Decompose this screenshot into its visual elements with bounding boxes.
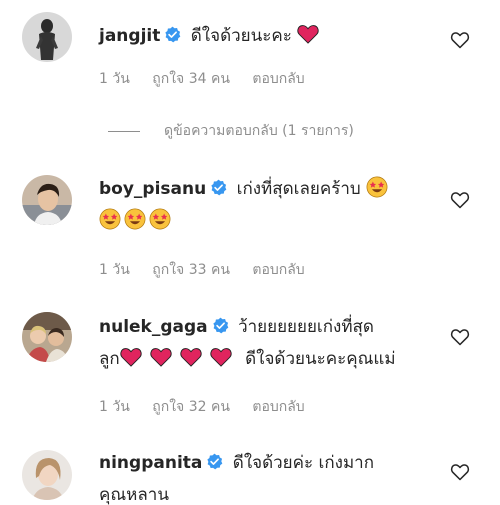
star-struck-emoji: [99, 208, 121, 230]
red-heart-emoji: [120, 347, 142, 367]
comment-meta: 1 วัน ถูกใจ 33 คน ตอบกลับ: [99, 259, 323, 281]
username[interactable]: jangjit: [99, 26, 160, 46]
like-button[interactable]: [450, 30, 470, 50]
red-heart-emoji: [150, 347, 172, 367]
like-button[interactable]: [450, 327, 470, 347]
comment-body: boy_pisanu เก่งที่สุดเลยคร้าบ: [99, 173, 439, 237]
likes-count[interactable]: ถูกใจ 32 คน: [152, 399, 230, 415]
comment-text: ว้ายยยยยยเก่งที่สุด: [238, 317, 374, 337]
avatar[interactable]: [22, 12, 72, 62]
heart-outline-icon: [450, 32, 470, 49]
view-replies-button[interactable]: ดูข้อความตอบกลับ (1 รายการ): [108, 120, 354, 142]
heart-outline-icon: [450, 329, 470, 346]
heart-outline-icon: [450, 464, 470, 481]
comment-age: 1 วัน: [99, 399, 130, 415]
comment-text-line2: คุณหลาน: [99, 485, 169, 505]
username[interactable]: ningpanita: [99, 453, 202, 473]
heart-outline-icon: [450, 192, 470, 209]
comment-body: jangjit ดีใจด้วยนะคะ: [99, 20, 439, 52]
red-heart-emoji: [180, 347, 202, 367]
like-button[interactable]: [450, 190, 470, 210]
man-portrait-avatar: [22, 175, 72, 225]
avatar[interactable]: [22, 175, 72, 225]
comment-age: 1 วัน: [99, 262, 130, 278]
like-button[interactable]: [450, 462, 470, 482]
verified-badge-icon: [212, 317, 229, 334]
comment-text-line2-prefix: ลูก: [99, 349, 120, 369]
group-photo-avatar: [22, 312, 72, 362]
verified-badge-icon: [206, 453, 223, 470]
reply-button[interactable]: ตอบกลับ: [252, 71, 304, 87]
red-heart-emoji: [297, 24, 319, 44]
comment-body: ningpanita ดีใจด้วยค่ะ เก่งมาก คุณหลาน: [99, 447, 439, 505]
red-heart-emoji: [210, 347, 232, 367]
comment-text-line2-suffix: ดีใจด้วยนะคะคุณแม่: [245, 349, 396, 369]
view-replies-label: ดูข้อความตอบกลับ (1 รายการ): [164, 123, 354, 139]
verified-badge-icon: [164, 26, 181, 43]
likes-count[interactable]: ถูกใจ 34 คน: [152, 71, 230, 87]
username[interactable]: boy_pisanu: [99, 179, 206, 199]
comment-age: 1 วัน: [99, 71, 130, 87]
reply-button[interactable]: ตอบกลับ: [252, 262, 304, 278]
verified-badge-icon: [210, 179, 227, 196]
username[interactable]: nulek_gaga: [99, 317, 208, 337]
comment-meta: 1 วัน ถูกใจ 34 คน ตอบกลับ: [99, 68, 323, 90]
comment-text: ดีใจด้วยค่ะ เก่งมาก: [232, 453, 374, 473]
avatar[interactable]: [22, 312, 72, 362]
avatar[interactable]: [22, 450, 72, 500]
star-struck-emoji: [366, 176, 388, 198]
reply-button[interactable]: ตอบกลับ: [252, 399, 304, 415]
comment-meta: 1 วัน ถูกใจ 32 คน ตอบกลับ: [99, 396, 323, 418]
star-struck-emoji: [124, 208, 146, 230]
comment-text: ดีใจด้วยนะคะ: [190, 26, 292, 46]
woman-portrait-avatar: [22, 450, 72, 500]
comment-body: nulek_gaga ว้ายยยยยยเก่งที่สุด ลูก ดีใจด…: [99, 311, 439, 375]
star-struck-emoji: [149, 208, 171, 230]
comment-text: เก่งที่สุดเลยคร้าบ: [236, 179, 361, 199]
dark-figure-avatar: [22, 12, 72, 62]
divider: [108, 130, 140, 132]
likes-count[interactable]: ถูกใจ 33 คน: [152, 262, 230, 278]
